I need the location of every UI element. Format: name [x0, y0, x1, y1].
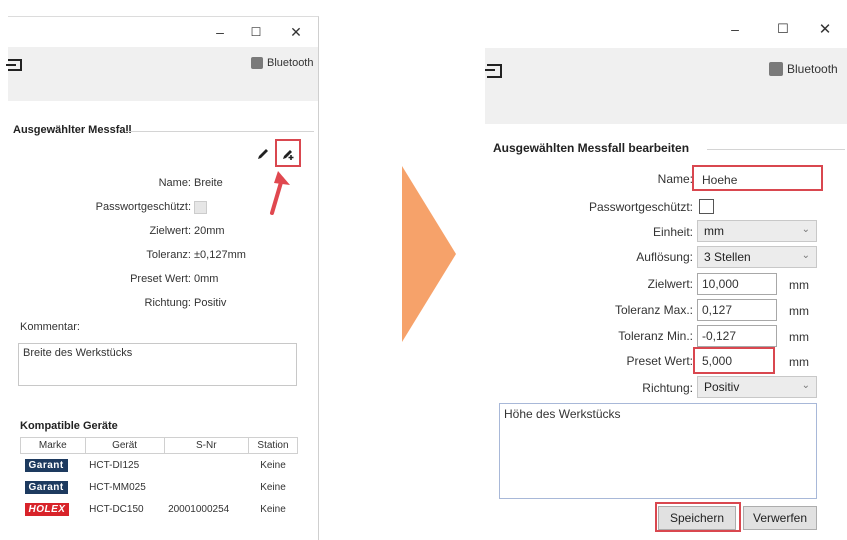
tol-min-label: Toleranz Min.: [618, 329, 693, 343]
name-value: Breite [194, 177, 223, 189]
right-titlebar: – ☐ ✕ [485, 12, 847, 48]
devices-header-row: Marke Gerät S-Nr Station [20, 437, 298, 454]
section-title: Ausgewählter Messfall [13, 124, 132, 136]
aufloesung-select[interactable]: 3 Stellen ⌄ [697, 246, 817, 268]
tol-max-unit: mm [789, 304, 809, 318]
highlight-name [692, 165, 823, 191]
close-button[interactable]: ✕ [807, 14, 843, 44]
toleranz-label: Toleranz: [146, 249, 191, 261]
richtung-label: Richtung: [642, 381, 693, 395]
bluetooth-status-icon [251, 57, 263, 69]
richtung-value: Positiv [194, 297, 227, 309]
col-header-marke: Marke [20, 437, 86, 454]
maximize-button[interactable]: ☐ [238, 17, 274, 47]
richtung-value: Positiv [704, 380, 740, 394]
device-serial [164, 454, 248, 477]
table-row[interactable]: Garant HCT-MM025 Keine [21, 476, 298, 498]
highlight-preset [693, 347, 775, 374]
preset-label: Preset Wert: [626, 354, 693, 368]
tol-min-field[interactable]: -0,127 [697, 325, 777, 347]
left-toolbar: Bluetooth [6, 47, 318, 101]
aufloesung-value: 3 Stellen [704, 250, 751, 264]
garant-logo: Garant [24, 458, 68, 472]
holex-logo: HOLEX [24, 502, 70, 516]
section-divider [707, 149, 845, 150]
password-checkbox[interactable] [699, 199, 714, 214]
bluetooth-indicator[interactable]: Bluetooth [769, 62, 838, 76]
left-titlebar: – ☐ ✕ [8, 17, 318, 47]
table-row[interactable]: Garant HCT-DI125 Keine [21, 454, 298, 477]
pointer-arrow-icon [270, 171, 290, 215]
richtung-select[interactable]: Positiv ⌄ [697, 376, 817, 398]
device-station: Keine [260, 481, 286, 493]
table-row[interactable]: HOLEX HCT-DC150 20001000254 Keine [21, 498, 298, 520]
device-station: Keine [260, 459, 286, 471]
minimize-button[interactable]: – [202, 17, 238, 47]
preset-unit: mm [789, 355, 809, 369]
bluetooth-label: Bluetooth [267, 57, 314, 69]
name-label: Name: [657, 172, 693, 186]
tol-max-label: Toleranz Max.: [614, 303, 693, 317]
preset-label: Preset Wert: [130, 273, 191, 285]
menu-toggle-icon[interactable] [6, 59, 22, 71]
device-name: HCT-DC150 [89, 503, 144, 515]
comment-field[interactable]: Höhe des Werkstücks [499, 403, 817, 499]
preset-value: 0mm [194, 273, 219, 285]
left-window: – ☐ ✕ Bluetooth Ausgewählter Messfall Na… [6, 16, 319, 540]
password-checkbox [194, 201, 207, 214]
menu-toggle-icon[interactable] [485, 64, 502, 78]
devices-table: Marke Gerät S-Nr Station Garant HCT-DI12… [20, 437, 298, 520]
highlight-edit-advanced [275, 139, 301, 167]
col-header-station: Station [248, 437, 298, 454]
highlight-save [655, 502, 741, 532]
device-station: Keine [260, 503, 286, 515]
section-divider [126, 131, 314, 132]
col-header-snr: S-Nr [163, 437, 250, 454]
zielwert-label: Zielwert: [647, 277, 693, 291]
bluetooth-indicator[interactable]: Bluetooth [251, 57, 313, 69]
device-serial: 20001000254 [168, 503, 230, 515]
pencil-icon [258, 149, 268, 159]
toleranz-value: ±0,127mm [194, 249, 246, 261]
zielwert-field[interactable]: 10,000 [697, 273, 777, 295]
maximize-button[interactable]: ☐ [765, 14, 801, 44]
tol-min-unit: mm [789, 330, 809, 344]
zielwert-label: Zielwert: [149, 225, 191, 237]
discard-button[interactable]: Verwerfen [743, 506, 817, 530]
chevron-down-icon: ⌄ [801, 224, 810, 235]
garant-logo: Garant [24, 480, 68, 494]
right-toolbar: Bluetooth [485, 48, 847, 124]
aufloesung-label: Auflösung: [636, 250, 693, 264]
bluetooth-label: Bluetooth [787, 62, 838, 76]
devices-title: Kompatible Geräte [20, 420, 118, 432]
password-label: Passwortgeschützt: [588, 200, 693, 214]
comment-label: Kommentar: [20, 321, 80, 333]
richtung-label: Richtung: [144, 297, 191, 309]
chevron-down-icon: ⌄ [801, 380, 810, 391]
password-label: Passwortgeschützt: [95, 201, 191, 213]
einheit-label: Einheit: [652, 225, 693, 239]
device-name: HCT-DI125 [89, 459, 140, 471]
section-title: Ausgewählten Messfall bearbeiten [493, 141, 690, 155]
einheit-select[interactable]: mm ⌄ [697, 220, 817, 242]
name-label: Name: [158, 177, 191, 189]
zielwert-unit: mm [789, 278, 809, 292]
einheit-value: mm [704, 224, 724, 238]
chevron-down-icon: ⌄ [801, 250, 810, 261]
transition-arrow-icon [402, 166, 456, 342]
comment-box: Breite des Werkstücks [18, 343, 297, 386]
zielwert-value: 20mm [194, 225, 225, 237]
edit-button[interactable] [255, 146, 271, 162]
right-window: – ☐ ✕ Bluetooth Ausgewählten Messfall be… [485, 12, 847, 539]
col-header-geraet: Gerät [84, 437, 165, 454]
minimize-button[interactable]: – [717, 14, 753, 44]
bluetooth-status-icon [769, 62, 783, 76]
device-name: HCT-MM025 [89, 481, 146, 493]
close-button[interactable]: ✕ [278, 17, 314, 47]
device-serial [164, 476, 248, 498]
tol-max-field[interactable]: 0,127 [697, 299, 777, 321]
